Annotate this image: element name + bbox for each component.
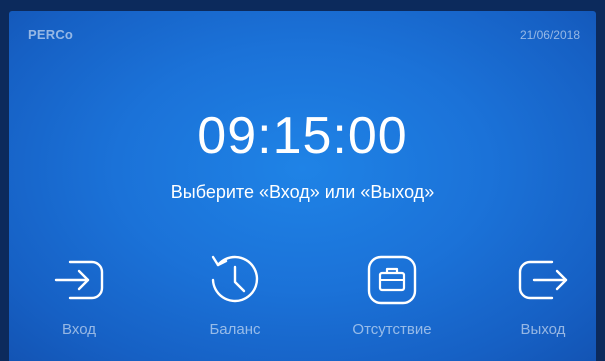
exit-label: Выход <box>520 321 566 338</box>
enter-icon <box>54 260 104 300</box>
exit-icon <box>518 260 568 300</box>
history-clock-icon <box>211 255 259 303</box>
action-bar: Вход Баланс Отсутствие Выход <box>9 249 596 361</box>
balance-button[interactable]: Баланс <box>185 249 285 338</box>
briefcase-icon <box>367 255 417 305</box>
absence-label: Отсутствие <box>352 321 432 338</box>
brand-logo: PERCo <box>28 27 74 42</box>
absence-button[interactable]: Отсутствие <box>342 249 442 338</box>
instruction-prompt: Выберите «Вход» или «Выход» <box>170 182 435 202</box>
enter-label: Вход <box>62 321 96 338</box>
terminal-screen: PERCo 21/06/2018 09:15:00 Выберите «Вход… <box>9 11 596 361</box>
terminal-device: PERCo 21/06/2018 09:15:00 Выберите «Вход… <box>0 0 605 361</box>
balance-label: Баланс <box>209 321 261 338</box>
current-date: 21/06/2018 <box>519 28 580 42</box>
exit-button[interactable]: Выход <box>493 249 593 338</box>
current-time: 09:15:00 <box>197 107 408 165</box>
enter-button[interactable]: Вход <box>29 249 129 338</box>
